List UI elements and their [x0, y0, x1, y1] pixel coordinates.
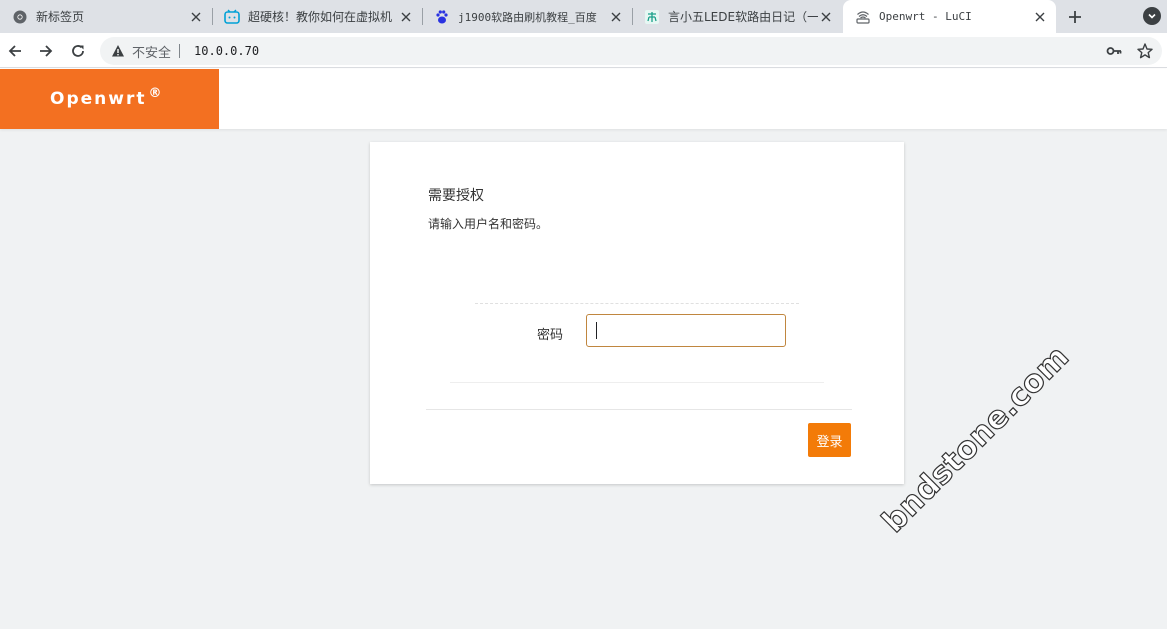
auth-title: 需要授权 [428, 188, 484, 204]
page-content: Openwrt ® 需要授权 请输入用户名和密码。 密码 登录 bndstone.… [0, 69, 1167, 629]
tab-title: Openwrt - LuCI [879, 10, 972, 23]
auth-description: 请输入用户名和密码。 [428, 217, 549, 231]
login-button[interactable]: 登录 [808, 423, 851, 457]
address-divider [179, 44, 181, 58]
chevron-down-icon [1148, 13, 1156, 19]
key-icon[interactable] [1106, 43, 1122, 59]
brand-name: Openwrt [50, 89, 147, 109]
tab-title: 超硬核！教你如何在虚拟机 [248, 10, 393, 24]
luci-header: Openwrt ® [0, 69, 1167, 129]
watermark: bndstone.com [875, 338, 1077, 540]
divider [475, 303, 799, 304]
warning-icon[interactable] [110, 43, 126, 59]
reload-button[interactable] [66, 39, 90, 63]
baidu-paw-icon [434, 9, 450, 25]
site-icon [644, 9, 660, 25]
tab-lede-diary[interactable]: 言小五LEDE软路由日记（一 [632, 0, 842, 33]
tab-openwrt-luci[interactable]: Openwrt - LuCI [843, 0, 1056, 33]
plus-icon [1069, 11, 1081, 23]
divider [426, 409, 852, 410]
bilibili-icon [224, 9, 240, 25]
browser-toolbar: 不安全 10.0.0.70 [0, 33, 1167, 68]
tab-bilibili[interactable]: 超硬核！教你如何在虚拟机 [212, 0, 422, 33]
close-tab-icon[interactable] [818, 9, 834, 25]
close-tab-icon[interactable] [608, 9, 624, 25]
url-text[interactable]: 10.0.0.70 [194, 44, 259, 58]
registered-mark: ® [148, 85, 164, 101]
tab-title: 新标签页 [36, 10, 85, 24]
router-icon [855, 9, 871, 25]
forward-button[interactable] [34, 39, 58, 63]
tab-title: j1900软路由刷机教程_百度 [458, 10, 597, 24]
arrow-left-icon [8, 45, 21, 57]
login-card: 需要授权 请输入用户名和密码。 密码 登录 [370, 142, 904, 484]
address-bar[interactable]: 不安全 10.0.0.70 [100, 37, 1162, 65]
divider [450, 382, 824, 383]
back-button[interactable] [3, 39, 27, 63]
close-tab-icon[interactable] [1032, 9, 1048, 25]
new-tab-button[interactable] [1062, 4, 1088, 30]
bookmark-star-icon[interactable] [1136, 42, 1154, 60]
arrow-right-icon [40, 45, 53, 57]
tab-baidu[interactable]: j1900软路由刷机教程_百度 [422, 0, 632, 33]
password-input[interactable] [586, 314, 786, 347]
close-tab-icon[interactable] [398, 9, 414, 25]
text-caret [596, 322, 597, 339]
brand-logo[interactable]: Openwrt ® [0, 69, 219, 129]
close-tab-icon[interactable] [188, 9, 204, 25]
password-label: 密码 [537, 328, 564, 343]
tab-new-tab-page[interactable]: 新标签页 [0, 0, 212, 33]
tab-search-button[interactable] [1143, 7, 1161, 25]
tab-title: 言小五LEDE软路由日记（一 [668, 10, 818, 24]
tab-strip: 新标签页 超硬核！教你如何在虚拟机 j1900软路由刷机教程_百度 言小五LED… [0, 0, 1167, 33]
security-label[interactable]: 不安全 [132, 42, 171, 61]
reload-icon [72, 45, 84, 57]
chrome-icon [12, 9, 28, 25]
